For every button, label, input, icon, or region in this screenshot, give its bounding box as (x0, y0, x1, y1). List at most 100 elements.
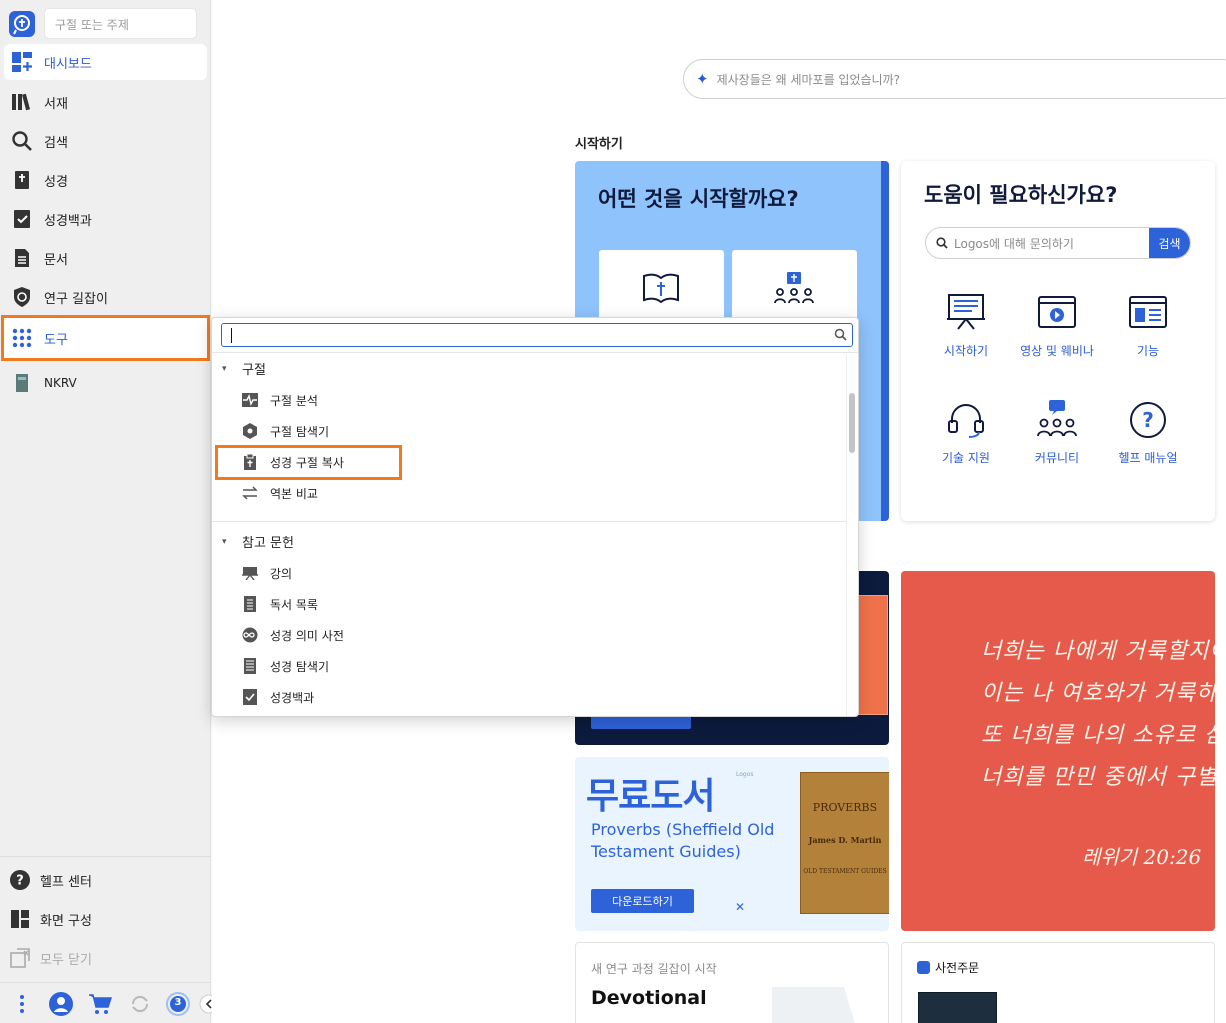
nav-search-label: 검색 (44, 135, 68, 151)
tools-search-input[interactable] (221, 323, 853, 347)
help-search-button[interactable]: 검색 (1149, 228, 1190, 258)
svg-text:?: ? (1142, 408, 1154, 432)
free-book-download-button[interactable]: 다운로드하기 (591, 889, 694, 913)
preorder-label: 사전주문 (935, 961, 980, 975)
ai-search-input[interactable]: ✦ 제사장들은 왜 세마포를 입었습니까? (683, 59, 1226, 99)
ai-search-placeholder: 제사장들은 왜 세마포를 입었습니까? (716, 72, 900, 87)
chevron-down-icon: ▾ (222, 536, 227, 547)
help-manual[interactable]: ? 헬프 매뉴얼 (1103, 399, 1193, 466)
sense-icon (240, 625, 260, 645)
help-features[interactable]: 기능 (1103, 292, 1193, 359)
group-reference-header[interactable]: ▾ 참고 문헌 (222, 532, 294, 551)
cart-icon[interactable] (88, 992, 112, 1016)
preorder-header: 사전주문 (917, 959, 979, 976)
logos-small-icon (917, 961, 930, 974)
free-book-card[interactable]: 무료도서 Logos Proverbs (Sheffield Old Testa… (575, 757, 889, 931)
course-guide-card[interactable]: 새 연구 과정 길잡이 시작 Devotional (575, 942, 889, 1023)
help-getting-started-label: 시작하기 (943, 344, 989, 358)
more-menu-icon[interactable] (10, 992, 34, 1016)
library-icon (10, 90, 34, 114)
analysis-icon (240, 390, 260, 410)
nav-dashboard[interactable]: 대시보드 (4, 44, 207, 80)
tool-lectures[interactable]: 강의 (240, 562, 292, 584)
nav-library-label: 서재 (44, 96, 68, 112)
group-passage-header[interactable]: ▾ 구절 (222, 359, 266, 378)
sync-icon[interactable] (128, 992, 152, 1016)
verse-reference: 레위기 20:26 (1082, 845, 1202, 869)
close-all-label: 모두 닫기 (40, 952, 92, 968)
passage-search-input[interactable]: 구절 또는 주제 (44, 8, 197, 39)
nav-library[interactable]: 서재 (4, 84, 207, 120)
tool-label: 성경 의미 사전 (270, 628, 344, 643)
nav-guides[interactable]: 연구 길잡이 (4, 279, 207, 315)
sidebar-footer-divider (0, 982, 211, 983)
tool-label: 구절 탐색기 (270, 424, 330, 439)
tool-bible-sense-lexicon[interactable]: 성경 의미 사전 (240, 624, 344, 646)
tool-compare-versions[interactable]: 역본 비교 (240, 482, 318, 504)
bible-browser-icon (240, 656, 260, 676)
tool-bible-browser[interactable]: 성경 탐색기 (240, 655, 329, 677)
document-icon (10, 246, 34, 270)
decor-x-icon: ✕ (735, 900, 746, 914)
notifications-badge[interactable]: 3 (166, 992, 190, 1016)
headset-icon (948, 404, 984, 438)
preorder-card[interactable]: 사전주문 (901, 942, 1215, 1023)
group-divider (212, 521, 846, 522)
question-circle-icon: ? (1130, 402, 1166, 438)
text-caret (231, 328, 232, 343)
book-cover-author: James D. Martin (808, 835, 882, 845)
help-videos[interactable]: 영상 및 웨비나 (1012, 292, 1102, 359)
tool-reading-lists[interactable]: 독서 목록 (240, 593, 318, 615)
help-search-input[interactable]: Logos에 대해 문의하기 검색 (925, 227, 1191, 259)
free-book-heading: 무료도서 (586, 776, 715, 817)
nav-bible[interactable]: 성경 (4, 162, 207, 198)
start-card-accent-bar (881, 161, 889, 521)
layout-button[interactable]: 화면 구성 (8, 905, 92, 933)
account-icon[interactable] (49, 992, 73, 1016)
nav-factbook[interactable]: 성경백과 (4, 201, 207, 237)
chevron-down-icon: ▾ (222, 363, 227, 374)
help-center-button[interactable]: ? 헬프 센터 (8, 866, 92, 894)
panel-divider (212, 352, 858, 353)
layout-label: 화면 구성 (40, 913, 92, 929)
open-bible-icon (643, 273, 679, 304)
nav-documents[interactable]: 문서 (4, 240, 207, 276)
help-tech-support-label: 기술 지원 (942, 451, 990, 465)
tool-label: 성경백과 (270, 690, 315, 705)
layout-icon (8, 907, 32, 931)
help-manual-label: 헬프 매뉴얼 (1118, 451, 1178, 465)
tool-label: 성경 탐색기 (270, 659, 330, 674)
nav-nkrv[interactable]: NKRV (4, 365, 207, 401)
nav-tools[interactable]: 도구 (1, 315, 210, 361)
course-subtitle: 새 연구 과정 길잡이 시작 (591, 962, 717, 976)
group-passage-label: 구절 (242, 363, 266, 378)
tool-factbook[interactable]: 성경백과 (240, 686, 314, 708)
help-getting-started[interactable]: 시작하기 (921, 292, 1011, 359)
tool-label: 구절 분석 (270, 393, 318, 408)
reading-list-icon (240, 594, 260, 614)
verse-of-day-card[interactable]: 너희는 나에게 거룩할지어다 이는 나 여호와가 거룩하고 또 너희를 나의 소… (901, 571, 1215, 931)
tool-label: 강의 (270, 566, 293, 581)
tool-passage-explorer[interactable]: 구절 탐색기 (240, 420, 329, 442)
help-card-title: 도움이 필요하신가요? (924, 183, 1118, 207)
start-card-title: 어떤 것을 시작할까요? (598, 187, 799, 211)
nav-documents-label: 문서 (44, 252, 68, 268)
free-book-cover: PROVERBS James D. Martin OLD TESTAMENT G… (800, 772, 889, 914)
help-card: 도움이 필요하신가요? Logos에 대해 문의하기 검색 시작하기 영상 및 … (901, 161, 1215, 521)
nav-factbook-label: 성경백과 (44, 213, 92, 229)
book-cover-series: OLD TESTAMENT GUIDES (803, 868, 887, 875)
logos-logo-icon[interactable] (9, 11, 35, 37)
nav-dashboard-label: 대시보드 (44, 56, 92, 72)
bible-icon (10, 168, 34, 192)
panel-scroll-thumb[interactable] (849, 393, 855, 453)
help-search-placeholder: Logos에 대해 문의하기 (954, 236, 1074, 251)
nav-search[interactable]: 검색 (4, 123, 207, 159)
tool-passage-analysis[interactable]: 구절 분석 (240, 389, 318, 411)
help-community[interactable]: 커뮤니티 (1012, 399, 1102, 466)
nav-guides-label: 연구 길잡이 (44, 291, 108, 307)
help-tech-support[interactable]: 기술 지원 (921, 399, 1011, 466)
dashboard-icon (10, 50, 34, 74)
verse-line: 너희를 만민 중에서 구별하 (981, 765, 1215, 790)
close-all-button[interactable]: 모두 닫기 (8, 944, 92, 972)
compare-icon (240, 483, 260, 503)
